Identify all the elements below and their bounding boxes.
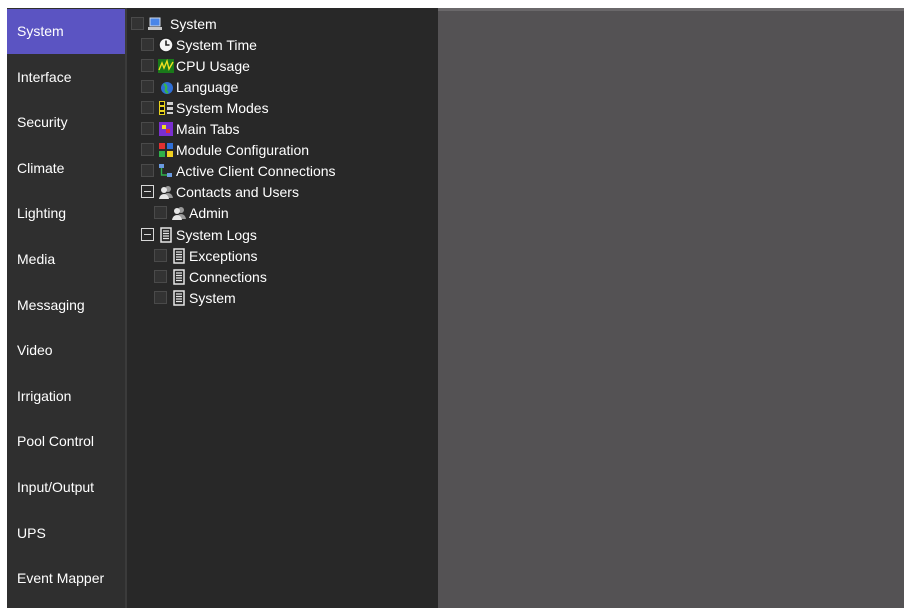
user-icon bbox=[171, 205, 187, 221]
collapse-toggle-icon[interactable] bbox=[141, 185, 154, 198]
tree-view: System System Time CPU Usage Language Sy… bbox=[125, 8, 438, 608]
checkbox[interactable] bbox=[141, 143, 154, 156]
log-icon bbox=[171, 268, 187, 285]
modes-icon bbox=[158, 100, 174, 116]
tree-node-system-time[interactable]: System Time bbox=[141, 34, 257, 55]
network-icon bbox=[158, 163, 174, 179]
checkbox[interactable] bbox=[141, 59, 154, 72]
users-icon bbox=[158, 184, 174, 200]
globe-icon bbox=[158, 79, 174, 95]
computer-icon bbox=[148, 16, 164, 32]
tree-node-label: Module Configuration bbox=[176, 141, 310, 158]
log-icon bbox=[171, 289, 187, 306]
content-panel bbox=[438, 8, 904, 608]
checkbox[interactable] bbox=[154, 206, 167, 219]
tree-node-label: Connections bbox=[189, 268, 267, 285]
sidebar-item-climate[interactable]: Climate bbox=[7, 144, 125, 191]
sidebar-item-system[interactable]: System bbox=[7, 8, 125, 54]
tree-node-exceptions[interactable]: Exceptions bbox=[154, 245, 257, 266]
sidebar-item-pool-control[interactable]: Pool Control bbox=[7, 418, 125, 464]
sidebar: System Interface Security Climate Lighti… bbox=[7, 8, 125, 608]
collapse-toggle-icon[interactable] bbox=[141, 228, 154, 241]
tree-node-label: System Logs bbox=[176, 226, 257, 243]
modules-icon bbox=[158, 142, 174, 158]
content-top-border bbox=[438, 8, 904, 11]
tree-node-label: Exceptions bbox=[189, 247, 258, 264]
tree-node-label: System Time bbox=[176, 36, 257, 53]
tree-node-main-tabs[interactable]: Main Tabs bbox=[141, 118, 240, 139]
checkbox[interactable] bbox=[141, 122, 154, 135]
sidebar-item-input-output[interactable]: Input/Output bbox=[7, 463, 125, 510]
tree-node-active-client-connections[interactable]: Active Client Connections bbox=[141, 160, 336, 181]
sidebar-item-ups[interactable]: UPS bbox=[7, 509, 125, 556]
checkbox[interactable] bbox=[154, 270, 167, 283]
tree-node-module-configuration[interactable]: Module Configuration bbox=[141, 139, 309, 160]
cpu-graph-icon bbox=[158, 58, 174, 74]
tree-node-label: Admin bbox=[189, 204, 229, 221]
tree-node-connections[interactable]: Connections bbox=[154, 266, 267, 287]
sidebar-item-video[interactable]: Video bbox=[7, 327, 125, 373]
sidebar-item-lighting[interactable]: Lighting bbox=[7, 190, 125, 236]
tree-node-label: Language bbox=[176, 78, 239, 95]
checkbox[interactable] bbox=[141, 164, 154, 177]
log-icon bbox=[171, 247, 187, 264]
tree-group-contacts-and-users[interactable]: Contacts and Users bbox=[141, 181, 299, 202]
tree-node-system-modes[interactable]: System Modes bbox=[141, 97, 269, 118]
tree-node-label: CPU Usage bbox=[176, 57, 250, 74]
sidebar-item-messaging[interactable]: Messaging bbox=[7, 281, 125, 328]
sidebar-item-security[interactable]: Security bbox=[7, 99, 125, 145]
checkbox[interactable] bbox=[141, 38, 154, 51]
sidebar-item-event-mapper[interactable]: Event Mapper bbox=[7, 555, 125, 601]
sidebar-item-interface[interactable]: Interface bbox=[7, 53, 125, 100]
app-window: System Interface Security Climate Lighti… bbox=[7, 8, 904, 608]
checkbox[interactable] bbox=[154, 291, 167, 304]
clock-icon bbox=[158, 36, 174, 53]
checkbox[interactable] bbox=[131, 17, 144, 30]
checkbox[interactable] bbox=[141, 80, 154, 93]
tree-node-label: Contacts and Users bbox=[176, 183, 299, 200]
tree-node-label: System bbox=[189, 289, 236, 306]
tree-node-label: System bbox=[170, 15, 217, 32]
tree-node-cpu-usage[interactable]: CPU Usage bbox=[141, 55, 250, 76]
tree-node-label: Active Client Connections bbox=[176, 162, 336, 179]
tree-node-system-log[interactable]: System bbox=[154, 287, 236, 308]
tree-node-language[interactable]: Language bbox=[141, 76, 238, 97]
checkbox[interactable] bbox=[141, 101, 154, 114]
log-icon bbox=[158, 226, 174, 243]
tree-node-admin[interactable]: Admin bbox=[154, 202, 229, 223]
tabs-icon bbox=[158, 121, 174, 137]
tree-node-label: System Modes bbox=[176, 99, 269, 116]
checkbox[interactable] bbox=[154, 249, 167, 262]
sidebar-item-media[interactable]: Media bbox=[7, 235, 125, 282]
tree-node-system-root[interactable]: System bbox=[131, 13, 217, 34]
sidebar-item-irrigation[interactable]: Irrigation bbox=[7, 372, 125, 419]
tree-group-system-logs[interactable]: System Logs bbox=[141, 224, 257, 245]
tree-node-label: Main Tabs bbox=[176, 120, 240, 137]
